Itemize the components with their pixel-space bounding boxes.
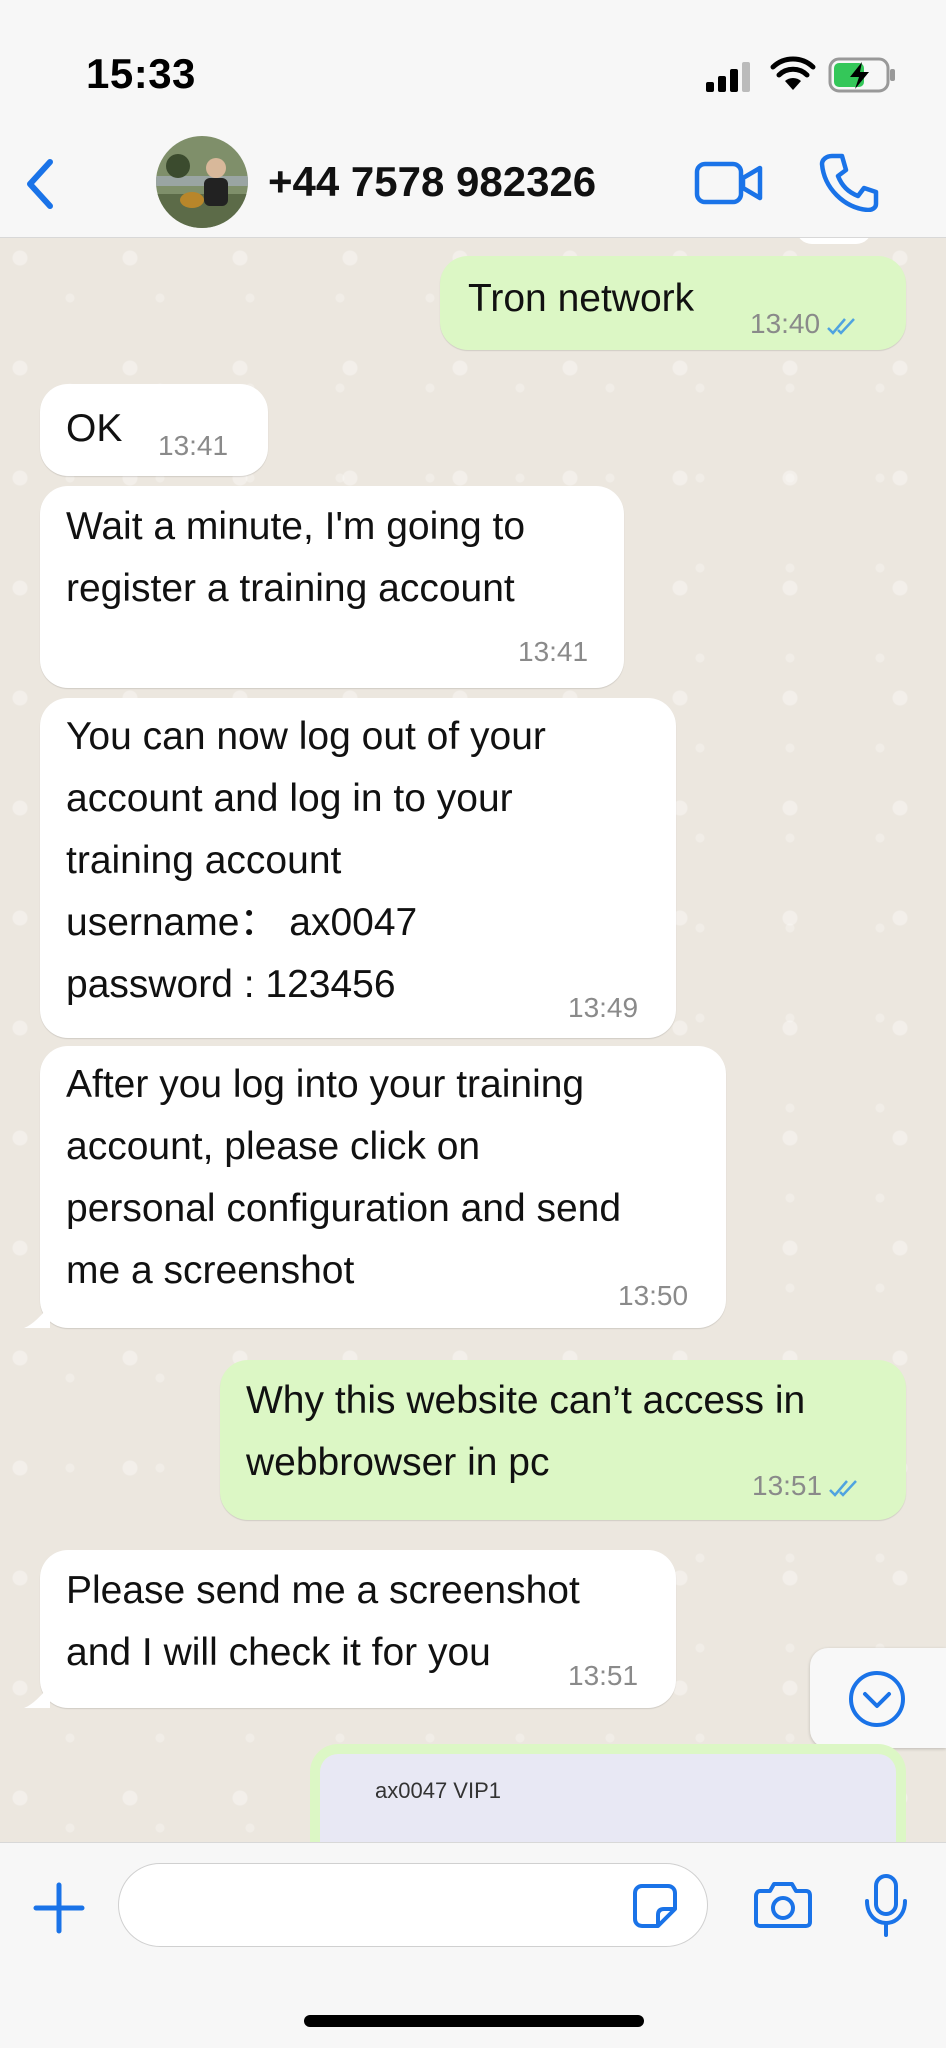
message-text: You can now log out of your account and …	[66, 715, 546, 1006]
message-time: 13:51	[568, 1660, 639, 1691]
image-caption: ax0047 VIP1	[375, 1778, 501, 1803]
message-text: OK	[66, 407, 123, 450]
battery-charging-icon	[828, 57, 895, 93]
wifi-icon	[770, 56, 816, 90]
input-bar	[0, 1842, 946, 2048]
message-time: 13:40	[750, 308, 821, 339]
camera-icon[interactable]	[754, 1879, 812, 1929]
message-text: Wait a minute, I'm going to register a t…	[66, 505, 526, 610]
bubble-tail	[24, 1686, 50, 1708]
message-text: Please send me a screenshot and I will c…	[66, 1569, 580, 1674]
status-time: 15:33	[86, 50, 196, 97]
message-time: 13:50	[618, 1280, 689, 1311]
message-bubble-outgoing[interactable]: Tron network 13:40	[440, 256, 906, 350]
contact-name[interactable]: +44 7578 982326	[268, 158, 596, 206]
read-ticks-icon	[829, 1479, 857, 1497]
partial-message-bubble	[796, 238, 872, 244]
message-bubble-incoming[interactable]: OK 13:41	[40, 384, 268, 476]
phone-icon[interactable]	[818, 152, 880, 212]
microphone-icon[interactable]	[862, 1873, 910, 1939]
message-input[interactable]	[118, 1863, 708, 1947]
bubble-tail	[24, 1306, 50, 1328]
chat-header: +44 7578 982326	[0, 130, 946, 238]
message-bubble-incoming[interactable]: Please send me a screenshot and I will c…	[40, 1550, 676, 1708]
back-icon[interactable]	[18, 154, 62, 214]
video-call-icon[interactable]	[694, 158, 764, 208]
cellular-signal-icon	[706, 62, 750, 92]
sticker-icon[interactable]	[632, 1883, 678, 1929]
message-text: Tron network	[468, 277, 695, 320]
avatar[interactable]	[156, 136, 248, 228]
message-text: Why this website can’t access in webbrow…	[246, 1379, 806, 1484]
message-text: After you log into your training account…	[66, 1063, 622, 1292]
home-indicator	[304, 2015, 644, 2027]
message-time: 13:41	[158, 430, 229, 461]
image-message[interactable]: ax0047 VIP1	[310, 1744, 906, 1842]
message-bubble-incoming[interactable]: Wait a minute, I'm going to register a t…	[40, 486, 624, 688]
read-ticks-icon	[827, 317, 855, 335]
message-bubble-incoming[interactable]: After you log into your training account…	[40, 1046, 726, 1328]
message-bubble-outgoing[interactable]: Why this website can’t access in webbrow…	[220, 1360, 906, 1520]
scroll-to-bottom-button[interactable]	[810, 1648, 946, 1748]
message-time: 13:49	[568, 992, 639, 1023]
message-time: 13:51	[752, 1470, 823, 1501]
message-bubble-incoming[interactable]: You can now log out of your account and …	[40, 698, 676, 1038]
plus-icon[interactable]	[32, 1881, 86, 1935]
message-time: 13:41	[518, 636, 589, 667]
status-bar: 15:33	[0, 0, 946, 130]
chat-messages[interactable]: Tron network 13:40 OK 13:41 Wait a minut…	[0, 238, 946, 1842]
chevron-down-icon	[849, 1671, 905, 1727]
screenshot-image[interactable]: ax0047 VIP1	[320, 1754, 896, 1842]
